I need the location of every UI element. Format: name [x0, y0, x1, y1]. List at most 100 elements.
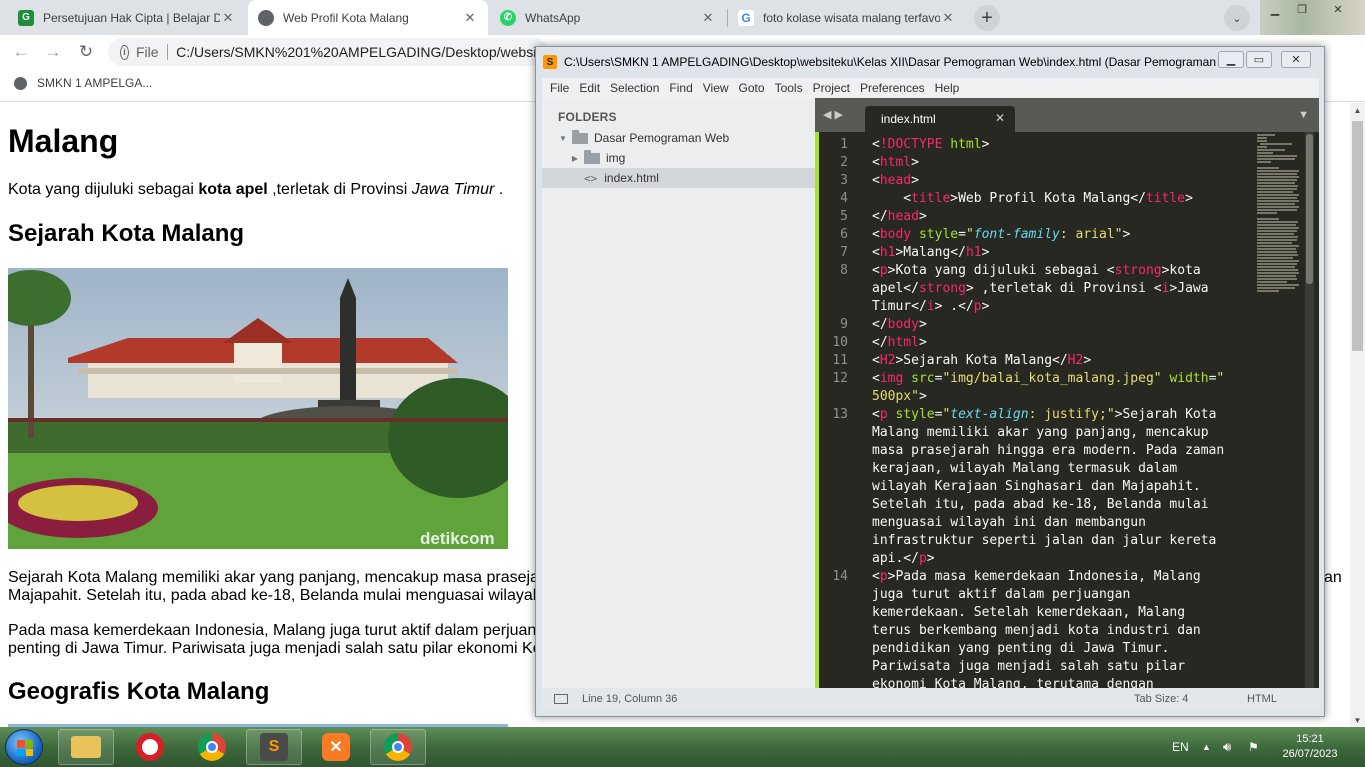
taskbar-xampp[interactable]: ✕	[308, 729, 364, 765]
scrollbar-thumb[interactable]	[1306, 134, 1313, 284]
scroll-down-icon[interactable]: ▼	[1350, 713, 1365, 727]
minimize-button[interactable]: ▁	[1218, 51, 1244, 68]
window-title: C:\Users\SMKN 1 AMPELGADING\Desktop\webs…	[564, 55, 1216, 69]
taskbar-chrome-profile[interactable]	[370, 729, 426, 765]
classroom-icon: G	[18, 9, 34, 26]
tab-navigation-arrows[interactable]: ◀▶	[823, 108, 846, 121]
code-line-wrap: masa prasejarah hingga era modern. Pada …	[872, 443, 1225, 458]
sublime-text-window: S C:\Users\SMKN 1 AMPELGADING\Desktop\we…	[535, 46, 1325, 717]
info-icon[interactable]: i	[120, 44, 129, 60]
code-line-wrap: api.</p>	[872, 551, 935, 566]
paragraph-text: an	[1324, 569, 1342, 586]
clock-time: 15:21	[1296, 733, 1324, 745]
editor-tab-label: index.html	[881, 112, 936, 126]
tree-item-img-folder[interactable]: ▶ img	[542, 148, 815, 168]
tree-item-root-folder[interactable]: ▼ Dasar Pemograman Web	[542, 128, 815, 148]
editor-tab-index-html[interactable]: index.html ✕	[865, 106, 1015, 132]
tab-dropdown-icon[interactable]: ▼	[1298, 109, 1309, 121]
minimap[interactable]	[1257, 132, 1301, 298]
back-button[interactable]: ←	[9, 40, 33, 64]
sublime-title-bar[interactable]: S C:\Users\SMKN 1 AMPELGADING\Desktop\we…	[536, 47, 1324, 75]
menu-tools[interactable]: Tools	[775, 81, 803, 95]
reload-button[interactable]: ↻	[74, 40, 98, 64]
tab-whatsapp[interactable]: ✆ WhatsApp ✕	[490, 0, 726, 35]
close-icon[interactable]: ✕	[700, 10, 716, 26]
menu-view[interactable]: View	[703, 81, 729, 95]
editor-tab-bar: ◀▶ index.html ✕ ▼	[815, 98, 1319, 132]
close-icon[interactable]: ✕	[940, 10, 956, 26]
tab-web-profil-kota-malang[interactable]: Web Profil Kota Malang ✕	[248, 0, 488, 35]
intro-text: .	[494, 181, 504, 198]
whatsapp-icon: ✆	[500, 9, 516, 26]
taskbar-file-explorer[interactable]	[58, 729, 114, 765]
code-line: 2 <html>	[815, 154, 1255, 172]
menu-edit[interactable]: Edit	[579, 81, 600, 95]
tab-search-button[interactable]: ⌄	[1224, 5, 1250, 31]
sublime-body: FOLDERS ▼ Dasar Pemograman Web ▶ img <> …	[542, 98, 1319, 688]
divider	[166, 44, 168, 60]
start-button[interactable]	[5, 729, 43, 765]
close-window-button[interactable]: ✕	[1281, 51, 1311, 68]
forward-button[interactable]: →	[41, 40, 65, 64]
menu-help[interactable]: Help	[935, 81, 960, 95]
code-line: 14 <p>Pada masa kemerdekaan Indonesia, Ma…	[815, 568, 1255, 586]
line-number: 13	[832, 407, 848, 422]
restore-button[interactable]: ❐	[1287, 0, 1317, 18]
tab-title: WhatsApp	[525, 10, 581, 25]
code-line: 11 <H2>Sejarah Kota Malang</H2>	[815, 352, 1255, 370]
tree-item-label: img	[606, 151, 626, 165]
chevron-right-icon[interactable]: ▶	[570, 154, 580, 163]
taskbar-chrome[interactable]	[184, 729, 240, 765]
tab-size-indicator[interactable]: Tab Size: 4	[1134, 693, 1188, 705]
menu-find[interactable]: Find	[669, 81, 692, 95]
code-line: 13 <p style="text-align: justify;">Sejara…	[815, 406, 1255, 424]
tab-title: Web Profil Kota Malang	[283, 10, 409, 25]
code-line-wrap: Pariwisata juga menjadi salah satu pilar	[872, 659, 1186, 674]
new-tab-button[interactable]: +	[974, 5, 1000, 31]
menu-project[interactable]: Project	[813, 81, 850, 95]
minimize-button[interactable]: ▁	[1260, 0, 1290, 18]
menu-selection[interactable]: Selection	[610, 81, 659, 95]
volume-icon[interactable]: 🔊︎	[1223, 727, 1231, 767]
action-center-flag-icon[interactable]: ⚑	[1248, 727, 1259, 767]
globe-icon	[14, 76, 27, 90]
balai-kota-photo: detikcom	[8, 268, 508, 549]
code-line-wrap: menguasai wilayah ini dan membangun	[872, 515, 1146, 530]
sublime-text-icon: S	[260, 733, 288, 761]
tree-item-index-file[interactable]: <> index.html	[542, 168, 815, 188]
chevron-down-icon[interactable]: ▼	[558, 134, 568, 143]
system-clock[interactable]: 15:21 26/07/2023	[1280, 732, 1340, 762]
tab-foto-kolase[interactable]: G foto kolase wisata malang terfavo ✕	[728, 0, 966, 35]
menu-preferences[interactable]: Preferences	[860, 81, 925, 95]
show-hidden-icons-icon[interactable]: ▲	[1202, 727, 1211, 767]
address-bar[interactable]: i File C:/Users/SMKN%201%20AMPELGADING/D…	[108, 38, 548, 66]
chrome-icon	[198, 733, 226, 761]
code-line-wrap: kerajaan, wilayah Malang termasuk dalam	[872, 461, 1178, 476]
code-editor[interactable]: 1 <!DOCTYPE html> 2 <html> 3 <head> 4 <titl…	[815, 132, 1319, 688]
clock-date: 26/07/2023	[1282, 748, 1338, 760]
language-indicator[interactable]: EN	[1172, 727, 1189, 767]
close-icon[interactable]: ✕	[220, 10, 236, 26]
scrollbar-thumb[interactable]	[1352, 121, 1363, 351]
line-number: 14	[832, 569, 848, 584]
maximize-button[interactable]: ▭	[1246, 51, 1272, 68]
page-scrollbar[interactable]: ▲ ▼	[1350, 103, 1365, 727]
taskbar-sublime-text[interactable]: S	[246, 729, 302, 765]
sublime-menu-bar: File Edit Selection Find View Goto Tools…	[542, 78, 1319, 98]
close-icon[interactable]: ✕	[462, 10, 478, 26]
opera-icon	[136, 733, 164, 761]
menu-file[interactable]: File	[550, 81, 569, 95]
menu-goto[interactable]: Goto	[739, 81, 765, 95]
bookmark-smkn1[interactable]: SMKN 1 AMPELGA...	[14, 76, 152, 90]
line-number: 3	[840, 173, 848, 188]
close-icon[interactable]: ✕	[995, 111, 1005, 125]
editor-scrollbar[interactable]	[1305, 132, 1314, 688]
tab-title: foto kolase wisata malang terfavo	[763, 10, 940, 25]
panel-toggle-icon[interactable]	[554, 694, 568, 704]
close-window-button[interactable]: ✕	[1323, 0, 1353, 18]
taskbar-opera[interactable]	[122, 729, 178, 765]
scroll-up-icon[interactable]: ▲	[1350, 103, 1365, 117]
tab-persetujuan-hak-cipta[interactable]: G Persetujuan Hak Cipta | Belajar D ✕	[8, 0, 246, 35]
code-line-wrap: pendidikan yang penting di Jawa Timur.	[872, 641, 1170, 656]
syntax-indicator[interactable]: HTML	[1247, 693, 1277, 705]
